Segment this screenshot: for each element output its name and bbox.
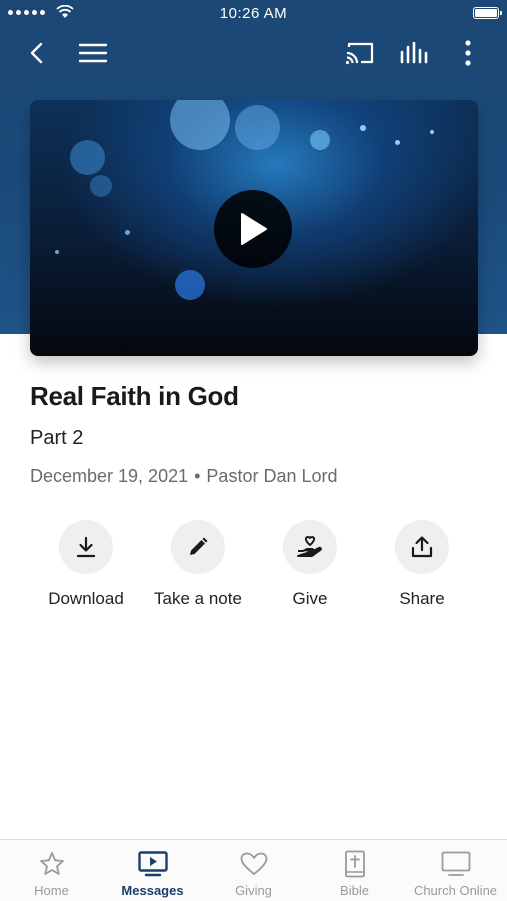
share-button[interactable]: Share (366, 520, 478, 609)
bible-icon (304, 849, 405, 879)
bokeh-light (175, 270, 205, 300)
take-note-label: Take a note (154, 589, 242, 608)
tab-giving-label: Giving (235, 883, 272, 898)
bokeh-light (70, 140, 105, 175)
bokeh-light (235, 105, 280, 150)
meta-separator: • (194, 466, 201, 486)
star-icon (1, 849, 102, 879)
heart-icon (203, 849, 304, 879)
cast-icon[interactable] (341, 34, 379, 72)
tab-bible[interactable]: Bible (304, 840, 405, 901)
message-meta: December 19, 2021 • Pastor Dan Lord (30, 466, 338, 487)
bokeh-light (125, 230, 130, 235)
tab-church-online-label: Church Online (413, 883, 498, 898)
tab-home[interactable]: Home (1, 840, 102, 901)
monitor-icon (405, 849, 506, 879)
tab-giving[interactable]: Giving (203, 840, 304, 901)
bokeh-light (90, 175, 112, 197)
audio-bars-icon[interactable] (396, 34, 434, 72)
tab-church-online[interactable]: Church Online (405, 840, 506, 901)
status-bar: 10:26 AM (0, 0, 507, 28)
give-label: Give (292, 589, 328, 608)
tv-play-icon (102, 849, 203, 879)
play-icon (241, 213, 267, 245)
bokeh-light (430, 130, 434, 134)
more-vertical-icon[interactable] (449, 34, 487, 72)
message-title: Real Faith in God (30, 381, 239, 411)
message-subtitle: Part 2 (30, 427, 84, 449)
hand-heart-icon (283, 520, 337, 574)
take-note-button[interactable]: Take a note (142, 520, 254, 609)
share-label: Share (399, 589, 445, 608)
bokeh-light (170, 100, 230, 150)
tab-messages-label: Messages (121, 883, 184, 898)
play-button[interactable] (214, 190, 292, 268)
tab-home-label: Home (34, 883, 69, 898)
bokeh-light (395, 140, 400, 145)
message-date: December 19, 2021 (30, 466, 189, 486)
bottom-tab-bar: Home Messages Giving Bible Church Online (0, 839, 507, 901)
status-time: 10:26 AM (219, 5, 288, 22)
video-player[interactable] (30, 100, 478, 356)
tab-messages[interactable]: Messages (102, 840, 203, 901)
download-label: Download (48, 589, 124, 608)
download-icon (59, 520, 113, 574)
message-speaker: Pastor Dan Lord (206, 466, 338, 486)
back-arrow-icon[interactable] (18, 34, 56, 72)
bokeh-light (55, 250, 59, 254)
bokeh-light (310, 130, 330, 150)
give-button[interactable]: Give (254, 520, 366, 609)
tab-bible-label: Bible (340, 883, 369, 898)
bokeh-light (360, 125, 366, 131)
pencil-icon (171, 520, 225, 574)
battery-icon (473, 7, 502, 19)
download-button[interactable]: Download (30, 520, 142, 609)
hamburger-menu-icon[interactable] (74, 34, 112, 72)
share-icon (395, 520, 449, 574)
